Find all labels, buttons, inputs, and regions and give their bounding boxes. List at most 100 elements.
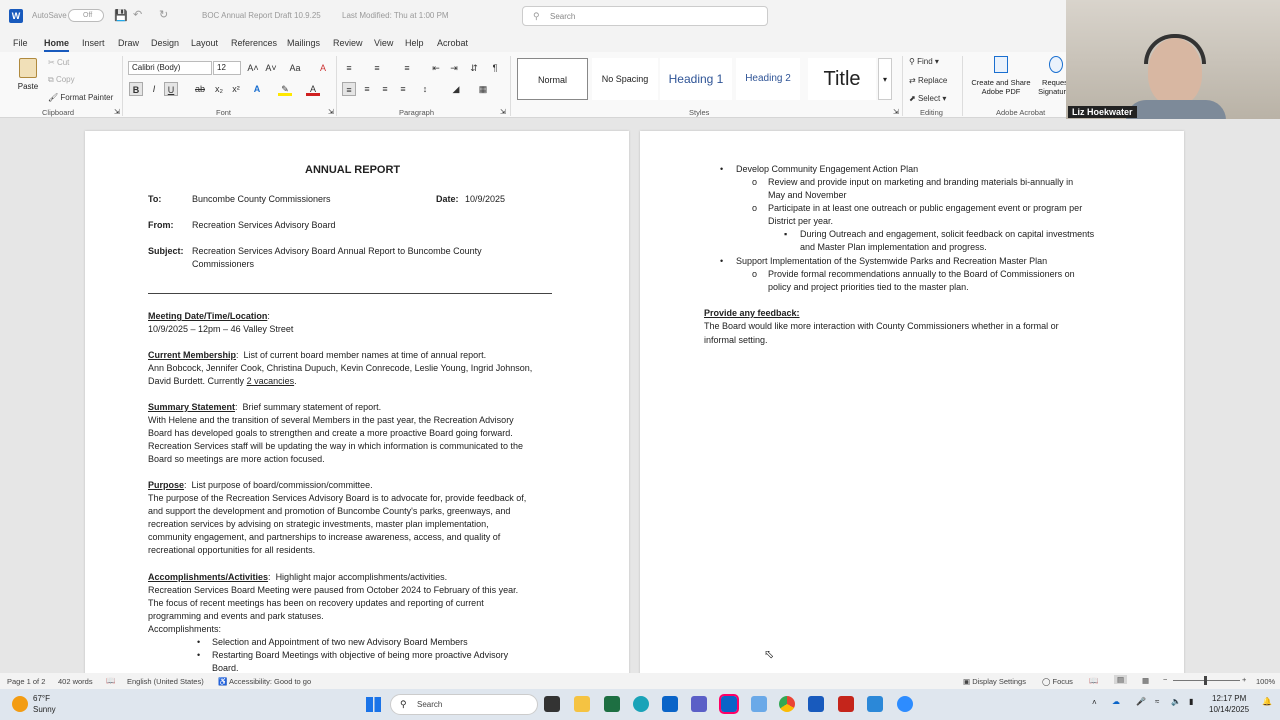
superscript-button[interactable]: x²	[229, 82, 243, 96]
edge-icon[interactable]	[633, 696, 649, 712]
app-icon[interactable]	[867, 696, 883, 712]
italic-button[interactable]: I	[147, 82, 161, 96]
display-settings-button[interactable]: ▣ Display Settings	[963, 677, 1026, 686]
bold-button[interactable]: B	[129, 82, 143, 96]
word-taskbar-icon[interactable]	[808, 696, 824, 712]
tray-chevron-icon[interactable]: ˄	[1092, 698, 1097, 707]
outlook-icon[interactable]	[662, 696, 678, 712]
font-name-combo[interactable]: Calibri (Body)	[128, 61, 212, 75]
highlight-icon[interactable]: ✎	[278, 82, 292, 96]
last-modified[interactable]: Last Modified: Thu at 1:00 PM	[342, 11, 449, 20]
decrease-indent-icon[interactable]: ⇤	[429, 61, 443, 75]
font-color-icon[interactable]: A	[306, 82, 320, 96]
style-title[interactable]: Title	[808, 58, 876, 100]
save-icon[interactable]: 💾	[114, 9, 128, 22]
increase-indent-icon[interactable]: ⇥	[447, 61, 461, 75]
language[interactable]: English (United States)	[127, 677, 204, 686]
style-heading-2[interactable]: Heading 2	[736, 58, 800, 100]
zoom-level[interactable]: 100%	[1256, 677, 1275, 686]
tab-mailings[interactable]: Mailings	[287, 38, 320, 48]
tab-layout[interactable]: Layout	[191, 38, 218, 48]
paragraph-launcher-icon[interactable]: ⇲	[500, 108, 506, 116]
borders-icon[interactable]: ▦	[476, 82, 490, 96]
select-button[interactable]: ⬈ Select ▾	[909, 94, 946, 103]
document-page-2[interactable]: • Develop Community Engagement Action Pl…	[640, 131, 1184, 673]
start-button-icon[interactable]	[366, 697, 381, 712]
page-count[interactable]: Page 1 of 2	[7, 677, 45, 686]
tab-draw[interactable]: Draw	[118, 38, 139, 48]
shrink-font-icon[interactable]: A˅	[264, 61, 278, 75]
replace-button[interactable]: ⇄ Replace	[909, 76, 947, 85]
tab-home[interactable]: Home	[44, 38, 70, 52]
chrome-icon[interactable]	[779, 696, 795, 712]
clipboard-launcher-icon[interactable]: ⇲	[114, 108, 120, 116]
style-normal[interactable]: Normal	[517, 58, 588, 100]
shading-icon[interactable]: ◢	[449, 82, 463, 96]
tab-help[interactable]: Help	[405, 38, 424, 48]
print-layout-icon[interactable]: ▤	[1114, 675, 1128, 684]
search-box[interactable]: ⚲ Search	[522, 6, 768, 26]
bullets-icon[interactable]: ≡	[342, 61, 356, 75]
grow-font-icon[interactable]: A˄	[246, 61, 260, 75]
clear-format-icon[interactable]: A	[316, 61, 330, 75]
document-title[interactable]: BOC Annual Report Draft 10.9.25	[202, 11, 321, 20]
onedrive-icon[interactable]: ☁	[1112, 697, 1120, 706]
tab-view[interactable]: View	[374, 38, 393, 48]
clock-time[interactable]: 12:17 PM	[1212, 694, 1246, 703]
font-launcher-icon[interactable]: ⇲	[328, 108, 334, 116]
show-marks-icon[interactable]: ¶	[488, 61, 502, 75]
tab-insert[interactable]: Insert	[82, 38, 105, 48]
sort-icon[interactable]: ⇵	[467, 61, 481, 75]
align-left-icon[interactable]: ≡	[342, 82, 356, 96]
notification-icon[interactable]: 🔔	[1262, 697, 1272, 706]
accessibility-status[interactable]: ♿ Accessibility: Good to go	[218, 677, 311, 686]
weather-icon[interactable]	[12, 696, 28, 712]
weather-temp[interactable]: 67°F	[33, 694, 50, 703]
tab-design[interactable]: Design	[151, 38, 179, 48]
snipping-tool-icon[interactable]	[751, 696, 767, 712]
focus-button[interactable]: ◯ Focus	[1042, 677, 1073, 686]
multilevel-list-icon[interactable]: ≡	[400, 61, 414, 75]
numbering-icon[interactable]: ≡	[370, 61, 384, 75]
subscript-button[interactable]: x₂	[212, 82, 226, 96]
zoom-slider[interactable]	[1173, 676, 1240, 685]
proofing-icon[interactable]: 📖	[106, 676, 115, 685]
battery-icon[interactable]: ▮	[1189, 697, 1193, 706]
task-view-icon[interactable]	[544, 696, 560, 712]
teams-icon[interactable]	[691, 696, 707, 712]
cut-button[interactable]: ✂ Cut	[48, 58, 69, 67]
microphone-icon[interactable]: 🎤	[1136, 697, 1146, 706]
web-layout-icon[interactable]: ▦	[1142, 676, 1149, 685]
undo-icon[interactable]: ↶	[133, 8, 142, 21]
find-button[interactable]: ⚲ Find ▾	[909, 57, 939, 66]
create-share-pdf-button[interactable]: Create and Share Adobe PDF	[968, 56, 1034, 96]
zoom-app-icon[interactable]	[897, 696, 913, 712]
zoom-in-icon[interactable]: +	[1242, 675, 1246, 684]
styles-launcher-icon[interactable]: ⇲	[893, 108, 899, 116]
justify-icon[interactable]: ≡	[396, 82, 410, 96]
tab-references[interactable]: References	[231, 38, 277, 48]
paste-button[interactable]: Paste	[16, 56, 40, 96]
strikethrough-button[interactable]: ab	[193, 82, 207, 96]
zoom-thumb[interactable]	[1204, 676, 1207, 685]
font-size-combo[interactable]: 12	[213, 61, 241, 75]
excel-icon[interactable]	[604, 696, 620, 712]
format-painter-button[interactable]: 🖌 Format Painter	[48, 93, 113, 102]
align-center-icon[interactable]: ≡	[360, 82, 374, 96]
volume-icon[interactable]: 🔈	[1171, 697, 1181, 706]
redo-icon[interactable]: ↻	[159, 8, 168, 21]
clock-date[interactable]: 10/14/2025	[1209, 705, 1249, 714]
acrobat-icon[interactable]	[838, 696, 854, 712]
tab-review[interactable]: Review	[333, 38, 363, 48]
styles-more-button[interactable]: ▾	[878, 58, 892, 100]
text-effects-icon[interactable]: A	[250, 82, 264, 96]
line-spacing-icon[interactable]: ↕	[418, 82, 432, 96]
copy-button[interactable]: ⧉ Copy	[48, 75, 75, 85]
wifi-icon[interactable]: ≈	[1155, 697, 1159, 706]
taskbar-search[interactable]: ⚲ Search	[390, 694, 538, 715]
weather-desc[interactable]: Sunny	[33, 705, 56, 714]
tab-acrobat[interactable]: Acrobat	[437, 38, 468, 48]
align-right-icon[interactable]: ≡	[378, 82, 392, 96]
read-mode-icon[interactable]: 📖	[1089, 676, 1098, 685]
style-no-spacing[interactable]: No Spacing	[592, 58, 658, 100]
